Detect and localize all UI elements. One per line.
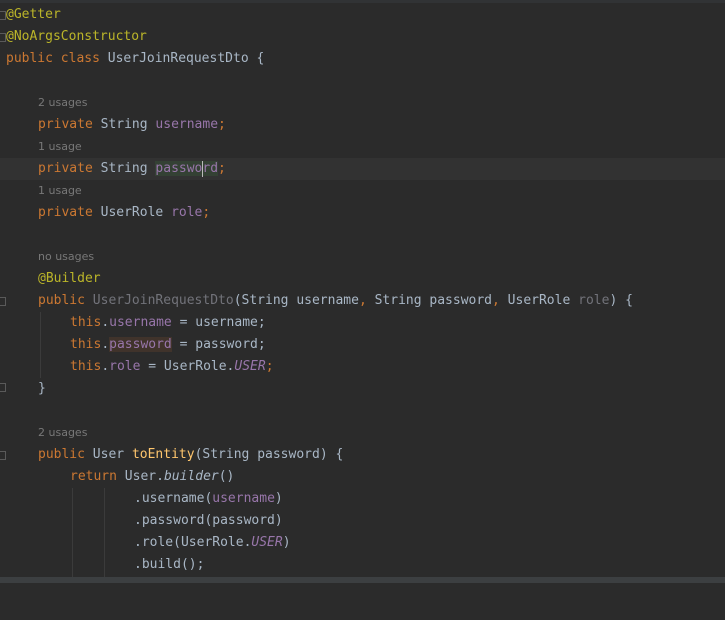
code-line[interactable]: this.role = UserRole.USER; [0,356,725,378]
open-brace: { [256,51,265,66]
param-type: UserRole [507,293,571,308]
code-line[interactable]: .build(); [0,554,725,576]
code-line[interactable]: .password(password) [0,510,725,532]
code-line[interactable]: @NoArgsConstructor [0,26,725,48]
param-type: String [241,293,289,308]
code-line[interactable]: public User toEntity(String password) { [0,444,725,466]
close-brace: } [38,381,46,396]
code-line-current[interactable]: private String password; [0,158,725,180]
dot: . [101,337,110,352]
usage-hint-line: 1 usage [0,136,725,158]
keyword-this: this [70,359,102,374]
semicolon: ; [202,205,211,220]
horizontal-scrollbar[interactable] [0,577,725,583]
assignment: = password; [171,337,266,352]
code-line[interactable]: .role(UserRole.USER) [0,532,725,554]
semicolon: ; [218,161,226,176]
keyword-private: private [38,117,93,132]
usage-hint[interactable]: 2 usages [38,92,87,114]
close-paren: ) [282,535,291,550]
class-name: UserJoinRequestDto [107,51,249,66]
comma: , [492,293,500,308]
close-paren-brace: ) { [609,293,633,308]
class-ref-user: User. [124,469,164,484]
field-role: role [109,359,141,374]
param-username: username [296,293,359,308]
editor-top-edge [0,0,725,3]
keyword-public: public [38,293,85,308]
usage-hint[interactable]: no usages [38,246,94,268]
param-role: role [578,293,610,308]
type-string: String [100,161,148,176]
code-line[interactable]: .username(username) [0,488,725,510]
usage-hint[interactable]: 1 usage [38,136,82,158]
builder-call-role: .role(UserRole. [134,535,252,550]
usage-hint-line: no usages [0,246,725,268]
code-line[interactable]: private String username; [0,114,725,136]
assignment: = username; [171,315,266,330]
field-username: username [212,491,275,506]
usage-hint-line: 1 usage [0,180,725,202]
code-line[interactable]: this.username = username; [0,312,725,334]
type-userrole: UserRole [100,205,164,220]
annotation-getter: @Getter [6,7,61,22]
type-string: String [100,117,148,132]
semicolon: ; [218,117,226,132]
usage-hint[interactable]: 1 usage [38,180,82,202]
field-password-part2: rd [202,161,219,176]
parens: () [218,469,235,484]
keyword-this: this [70,315,102,330]
code-line[interactable]: private UserRole role; [0,202,725,224]
keyword-public: public [38,447,85,462]
annotation-noargs: @NoArgsConstructor [6,29,147,44]
code-editor[interactable]: @Getter @NoArgsConstructor public class … [0,0,725,583]
keyword-private: private [38,161,93,176]
code-line[interactable]: } [0,378,725,400]
assignment: = UserRole. [140,359,235,374]
field-username: username [155,117,219,132]
param-type: String [374,293,422,308]
enum-constant-user: USER [251,535,283,550]
method-builder: builder [163,469,219,484]
close-paren-brace: ) { [319,447,344,462]
code-line[interactable]: public class UserJoinRequestDto { [0,48,725,70]
return-type: User [92,447,125,462]
usage-hint-line: 2 usages [0,422,725,444]
dot: . [101,315,110,330]
constructor-name: UserJoinRequestDto [92,293,234,308]
usage-hint[interactable]: 2 usages [38,422,87,444]
open-paren: ( [233,293,242,308]
method-toentity: toEntity [131,447,195,462]
code-line[interactable]: @Builder [0,268,725,290]
code-line[interactable]: this.password = password; [0,334,725,356]
semicolon: ; [265,359,274,374]
field-password: password [155,160,219,177]
code-line[interactable]: public UserJoinRequestDto(String usernam… [0,290,725,312]
keyword-private: private [38,205,93,220]
field-password-part1: passwo [155,161,203,176]
field-password: password [109,337,172,352]
keyword-return: return [70,469,117,484]
builder-call-username: .username( [134,491,213,506]
code-line[interactable]: return User.builder() [0,466,725,488]
enum-constant-user: USER [234,359,266,374]
keyword-this: this [70,337,102,352]
code-line[interactable]: @Getter [0,4,725,26]
comma: , [358,293,367,308]
param-password: password [257,447,320,462]
builder-call-password: .password(password) [134,513,283,528]
field-role: role [171,205,203,220]
dot: . [101,359,110,374]
param-type: String [202,447,250,462]
field-username: username [109,315,172,330]
annotation-builder: @Builder [38,271,101,286]
param-password: password [429,293,493,308]
close-paren: ) [274,491,283,506]
usage-hint-line: 2 usages [0,92,725,114]
keyword-class: class [60,51,100,66]
builder-call-build: .build(); [134,557,205,572]
keyword-public: public [6,51,53,66]
